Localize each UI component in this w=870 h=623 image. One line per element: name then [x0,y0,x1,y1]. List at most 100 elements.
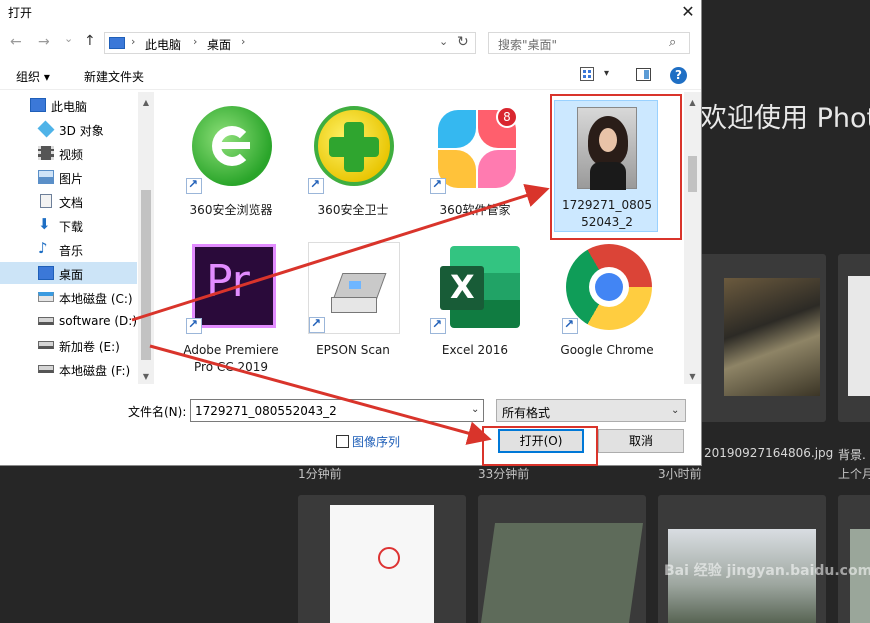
chevron-down-icon[interactable]: ▾ [604,68,609,79]
file-name: Adobe Premiere Pro CC 2019 [183,343,279,374]
recent-file-time: 3小时前 [658,467,702,481]
scrollbar-thumb[interactable] [688,156,697,192]
recent-file-card[interactable] [478,495,646,623]
picture-icon [38,170,54,184]
file-item[interactable]: 360安全卫士 [298,96,408,236]
tree-item-label: software (D:) [59,314,137,328]
view-mode-icon[interactable] [580,67,594,81]
chevron-right-icon[interactable]: › [193,35,197,48]
tree-item-videos[interactable]: 视频 [0,142,137,164]
chevron-right-icon[interactable]: › [241,35,245,48]
stamp-icon [378,547,400,569]
shortcut-arrow-icon [308,177,324,194]
shortcut-arrow-icon [430,317,446,334]
scroll-down-icon[interactable]: ▼ [138,372,154,381]
tree-item-documents[interactable]: 文档 [0,190,137,212]
recent-file-card[interactable] [838,495,870,623]
scroll-down-icon[interactable]: ▼ [684,372,701,381]
tree-scrollbar[interactable]: ▲ ▼ [138,92,154,384]
tree-item-downloads[interactable]: ⬇ 下载 [0,214,137,236]
file-view-scrollbar[interactable]: ▲ ▼ [684,92,701,384]
recent-file-card[interactable] [298,495,466,623]
desktop-icon [38,266,54,280]
download-icon: ⬇ [38,215,51,233]
breadcrumb-desktop[interactable]: 桌面 [207,36,231,53]
image-sequence-label[interactable]: 图像序列 [352,433,400,450]
notification-badge: 8 [496,106,518,128]
navigation-pane: 此电脑 3D 对象 视频 图片 文档 ⬇ 下载 ♪ 音乐 桌面 本地磁盘 (C:) … [0,92,154,384]
recent-file-time: 33分钟前 [478,467,530,481]
chevron-down-icon[interactable]: ⌄ [439,35,448,48]
filename-input[interactable] [190,399,484,422]
tree-item-label: 图片 [59,172,84,186]
file-item[interactable]: Pr Adobe Premiere Pro CC 2019 [176,236,286,376]
tree-item-music[interactable]: ♪ 音乐 [0,238,137,260]
cancel-button[interactable]: 取消 [598,429,684,453]
video-icon [38,146,54,160]
tree-item-pictures[interactable]: 图片 [0,166,137,188]
refresh-icon[interactable]: ↻ [457,34,469,50]
breadcrumb-this-pc[interactable]: 此电脑 [145,36,181,53]
up-arrow-icon[interactable]: ↑ [84,33,96,49]
computer-icon [30,98,46,112]
file-name: 360安全浏览器 [189,203,273,217]
dialog-title: 打开 [8,6,33,20]
excel-logo-text: X [450,268,475,306]
tree-item-label: 本地磁盘 (F:) [59,364,131,378]
recent-locations-icon[interactable]: ⌄ [64,32,73,45]
scroll-up-icon[interactable]: ▲ [138,98,154,107]
tree-item-this-pc[interactable]: 此电脑 [0,94,137,116]
preview-pane-icon[interactable] [636,68,651,81]
tree-item-drive-f[interactable]: 本地磁盘 (F:) [0,358,137,380]
close-icon[interactable]: ✕ [674,0,702,24]
help-icon[interactable]: ? [670,67,687,84]
360-security-icon [308,102,400,194]
tree-item-drive-d[interactable]: software (D:) [0,310,137,332]
search-icon[interactable]: ⌕ [669,35,676,50]
chevron-down-icon[interactable]: ⌄ [471,404,479,415]
file-name: Google Chrome [560,343,654,357]
highlight-selected-file [550,94,682,240]
organize-button[interactable]: 组织 ▾ [16,68,50,85]
tree-item-3d-objects[interactable]: 3D 对象 [0,118,137,140]
welcome-heading: 欢迎使用 Photo [700,103,870,134]
premiere-pro-icon: Pr [186,242,278,334]
recent-file-card[interactable] [658,495,826,623]
tree-item-label: 视频 [59,148,84,162]
address-bar[interactable]: › 此电脑 › 桌面 › ⌄ ↻ [104,32,476,54]
filename-label: 文件名(N): [128,405,187,419]
file-item[interactable]: 8 360软件管家 [420,96,530,236]
recent-file-thumbnail [330,505,434,623]
excel-icon: X [430,242,522,334]
dialog-titlebar: 打开 ✕ [0,0,701,24]
file-item[interactable]: X Excel 2016 [420,236,530,376]
watermark-logo: Bai 经验 jingyan.baidu.com [664,563,870,579]
filetype-select[interactable]: 所有格式 ⌄ [496,399,686,422]
windows-drive-icon [38,292,54,302]
scrollbar-thumb[interactable] [141,190,151,360]
highlight-open-button [482,426,598,466]
recent-file-card[interactable] [838,254,870,422]
tree-item-label: 音乐 [59,244,84,258]
file-item[interactable]: EPSON Scan [298,236,408,376]
chevron-right-icon[interactable]: › [131,35,135,48]
file-name: Excel 2016 [441,343,509,357]
tree-item-drive-c[interactable]: 本地磁盘 (C:) [0,286,137,308]
back-arrow-icon[interactable]: ← [10,34,22,50]
file-item[interactable]: 360安全浏览器 [176,96,286,236]
search-box[interactable]: 搜索"桌面" ⌕ [488,32,690,54]
recent-file-time: 1分钟前 [298,467,342,481]
shortcut-arrow-icon [562,317,578,334]
recent-file-thumbnail [848,276,870,396]
new-folder-button[interactable]: 新建文件夹 [84,68,144,85]
tree-item-drive-e[interactable]: 新加卷 (E:) [0,334,137,356]
image-sequence-checkbox[interactable] [336,435,349,448]
forward-arrow-icon[interactable]: → [38,34,50,50]
computer-icon [109,37,125,49]
file-name: EPSON Scan [316,343,390,357]
drive-icon [38,365,54,373]
chevron-down-icon: ⌄ [671,405,680,416]
file-item[interactable]: Google Chrome [552,236,662,376]
tree-item-desktop[interactable]: 桌面 [0,262,137,284]
scroll-up-icon[interactable]: ▲ [684,98,701,107]
